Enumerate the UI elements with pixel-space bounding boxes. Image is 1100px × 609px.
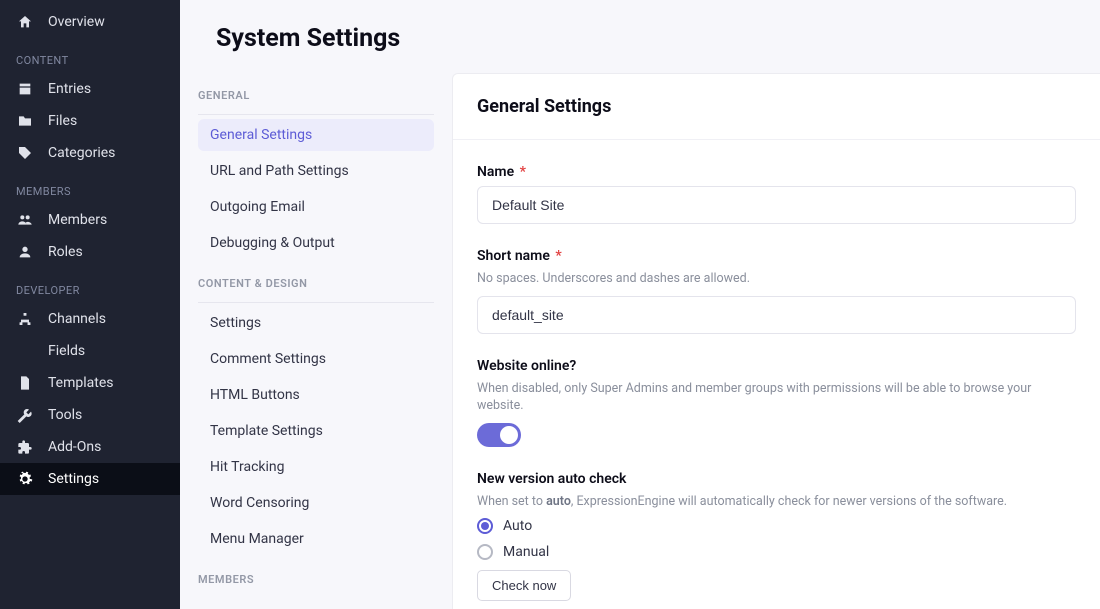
user-icon (16, 244, 34, 260)
website-online-toggle[interactable] (477, 423, 521, 447)
radio-auto[interactable]: Auto (477, 518, 1076, 534)
sidebar-item-label: Templates (48, 375, 114, 391)
field-website-online: Website online? When disabled, only Supe… (477, 358, 1076, 447)
sidebar-item-label: Members (48, 212, 107, 228)
subnav-item-template-settings[interactable]: Template Settings (198, 415, 434, 447)
settings-panel: General Settings Name * Short name * (452, 73, 1100, 609)
label-text: Short name (477, 248, 550, 264)
required-icon: * (520, 164, 526, 180)
sidebar-item-label: Settings (48, 471, 99, 487)
file-icon (16, 375, 34, 391)
radio-label: Manual (503, 544, 549, 560)
page-title: System Settings (216, 24, 1100, 53)
label-short-name: Short name * (477, 248, 1076, 264)
label-version-check: New version auto check (477, 471, 1076, 487)
primary-sidebar: Overview CONTENT Entries Files Categorie… (0, 0, 180, 609)
page-title-wrap: System Settings (180, 0, 1100, 71)
sidebar-item-fields[interactable]: Fields (0, 335, 180, 367)
sidebar-item-label: Channels (48, 311, 106, 327)
users-icon (16, 212, 34, 228)
label-name: Name * (477, 164, 1076, 180)
sidebar-item-label: Fields (48, 343, 85, 359)
subnav-item-outgoing-email[interactable]: Outgoing Email (198, 191, 434, 223)
subnav-item-cd-settings[interactable]: Settings (198, 307, 434, 339)
sidebar-item-members[interactable]: Members (0, 204, 180, 236)
sidebar-item-templates[interactable]: Templates (0, 367, 180, 399)
help-text-pre: When set to (477, 494, 546, 509)
sidebar-item-label: Categories (48, 145, 115, 161)
check-now-button[interactable]: Check now (477, 570, 571, 601)
sidebar-section-content: CONTENT (0, 38, 180, 73)
subnav-section-content-design: CONTENT & DESIGN (198, 277, 434, 303)
field-version-check: New version auto check When set to auto,… (477, 471, 1076, 602)
newspaper-icon (16, 81, 34, 97)
panel-title: General Settings (477, 96, 1076, 117)
subnav-item-menu-manager[interactable]: Menu Manager (198, 523, 434, 555)
subnav-item-comment-settings[interactable]: Comment Settings (198, 343, 434, 375)
sidebar-item-label: Overview (48, 14, 105, 30)
subnav-section-title: MEMBERS (198, 573, 434, 590)
radio-circle-icon (477, 544, 493, 560)
sidebar-section-developer: DEVELOPER (0, 268, 180, 303)
sidebar-item-settings[interactable]: Settings (0, 463, 180, 495)
folder-icon (16, 113, 34, 129)
sidebar-item-categories[interactable]: Categories (0, 137, 180, 169)
sidebar-item-channels[interactable]: Channels (0, 303, 180, 335)
sidebar-item-entries[interactable]: Entries (0, 73, 180, 105)
sidebar-item-label: Roles (48, 244, 83, 260)
subnav-section-general: GENERAL (198, 89, 434, 115)
subnav-section-members: MEMBERS (198, 573, 434, 598)
subnav-item-url-path[interactable]: URL and Path Settings (198, 155, 434, 187)
sidebar-item-label: Entries (48, 81, 91, 97)
subnav-item-hit-tracking[interactable]: Hit Tracking (198, 451, 434, 483)
puzzle-icon (16, 439, 34, 455)
radio-circle-icon (477, 518, 493, 534)
help-short-name: No spaces. Underscores and dashes are al… (477, 270, 1076, 288)
sidebar-item-label: Files (48, 113, 77, 129)
field-name: Name * (477, 164, 1076, 224)
subnav-item-word-censoring[interactable]: Word Censoring (198, 487, 434, 519)
sidebar-item-label: Tools (48, 407, 82, 423)
label-website-online: Website online? (477, 358, 1076, 374)
short-name-input[interactable] (477, 296, 1076, 334)
help-text-bold: auto (546, 494, 571, 509)
i-cursor-icon (16, 343, 34, 359)
help-text-post: , ExpressionEngine will automatically ch… (571, 494, 1007, 509)
settings-subnav: GENERAL General Settings URL and Path Se… (180, 71, 452, 609)
field-short-name: Short name * No spaces. Underscores and … (477, 248, 1076, 334)
main-area: System Settings GENERAL General Settings… (180, 0, 1100, 609)
sidebar-section-members: MEMBERS (0, 169, 180, 204)
settings-form: Name * Short name * No spaces. Underscor… (453, 140, 1100, 609)
label-text: Name (477, 164, 514, 180)
sidebar-item-overview[interactable]: Overview (0, 6, 180, 38)
tag-icon (16, 145, 34, 161)
help-website-online: When disabled, only Super Admins and mem… (477, 380, 1076, 415)
sidebar-item-files[interactable]: Files (0, 105, 180, 137)
sidebar-item-label: Add-Ons (48, 439, 101, 455)
sitemap-icon (16, 311, 34, 327)
sidebar-item-addons[interactable]: Add-Ons (0, 431, 180, 463)
panel-header: General Settings (453, 74, 1100, 140)
subnav-item-general-settings[interactable]: General Settings (198, 119, 434, 151)
home-icon (16, 14, 34, 30)
cog-icon (16, 471, 34, 487)
radio-label: Auto (503, 518, 532, 534)
wrench-icon (16, 407, 34, 423)
sidebar-item-tools[interactable]: Tools (0, 399, 180, 431)
subnav-section-title: CONTENT & DESIGN (198, 277, 434, 294)
subnav-section-title: GENERAL (198, 89, 434, 106)
radio-manual[interactable]: Manual (477, 544, 1076, 560)
name-input[interactable] (477, 186, 1076, 224)
required-icon: * (555, 248, 561, 264)
sidebar-item-roles[interactable]: Roles (0, 236, 180, 268)
subnav-item-debugging[interactable]: Debugging & Output (198, 227, 434, 259)
subnav-item-html-buttons[interactable]: HTML Buttons (198, 379, 434, 411)
help-version-check: When set to auto, ExpressionEngine will … (477, 493, 1076, 511)
